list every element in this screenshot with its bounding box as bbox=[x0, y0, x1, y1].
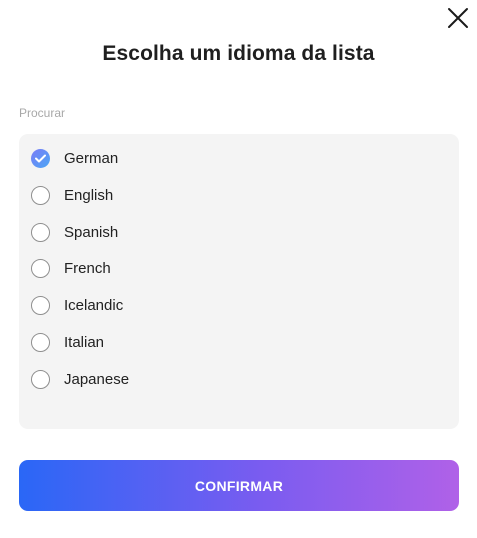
radio-unchecked-icon[interactable] bbox=[31, 295, 50, 315]
radio-checked-icon[interactable] bbox=[31, 148, 50, 168]
language-option-japanese[interactable]: Japanese bbox=[31, 367, 129, 391]
language-label: English bbox=[64, 186, 114, 204]
checkmark-icon bbox=[35, 154, 46, 162]
language-option-spanish[interactable]: Spanish bbox=[31, 220, 118, 244]
radio-unchecked-icon[interactable] bbox=[31, 332, 50, 352]
language-option-german[interactable]: German bbox=[31, 146, 118, 170]
confirm-button[interactable]: CONFIRMAR bbox=[19, 460, 459, 511]
language-option-icelandic[interactable]: Icelandic bbox=[31, 293, 123, 317]
language-list-box: German English Spanish French Icelandic bbox=[19, 134, 459, 429]
radio-unchecked-icon[interactable] bbox=[31, 185, 50, 205]
language-label: German bbox=[64, 149, 119, 167]
close-icon bbox=[448, 8, 468, 28]
radio-unchecked-icon[interactable] bbox=[31, 258, 50, 278]
radio-unchecked-icon[interactable] bbox=[31, 369, 50, 389]
language-label: Spanish bbox=[64, 223, 119, 241]
language-label: Italian bbox=[64, 333, 105, 351]
radio-unchecked-icon[interactable] bbox=[31, 222, 50, 242]
language-option-french[interactable]: French bbox=[31, 256, 111, 280]
search-input[interactable] bbox=[19, 103, 319, 123]
language-label: Icelandic bbox=[64, 296, 124, 314]
language-label: Japanese bbox=[64, 370, 130, 388]
language-option-english[interactable]: English bbox=[31, 183, 113, 207]
dialog-title: Escolha um idioma da lista bbox=[102, 42, 375, 65]
close-button[interactable] bbox=[446, 6, 470, 30]
language-option-italian[interactable]: Italian bbox=[31, 330, 104, 354]
language-label: French bbox=[64, 259, 111, 277]
